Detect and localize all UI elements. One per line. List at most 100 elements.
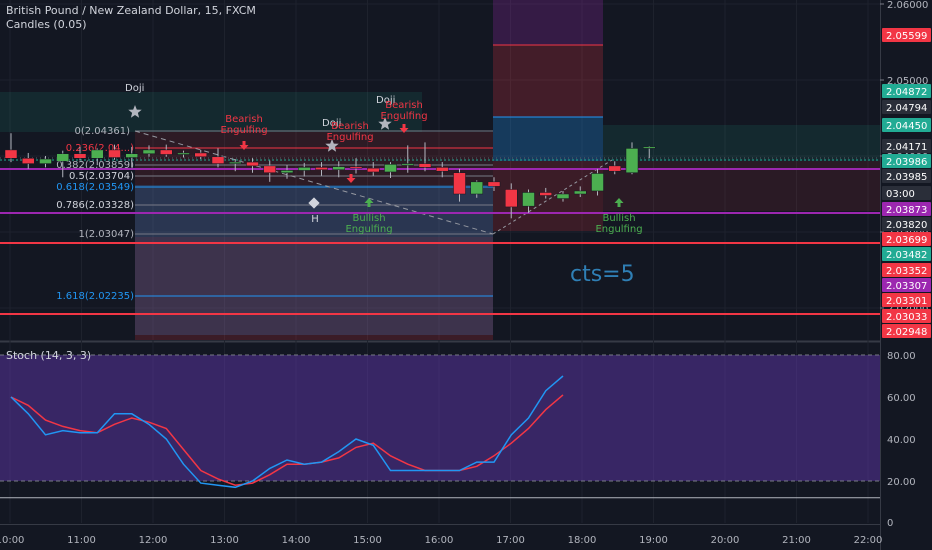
time-tick-label: 18:00 [568,535,597,546]
bullish-label: Bullish [352,213,385,224]
fib-band-red-lower [135,237,493,340]
bullish-candle[interactable] [591,173,604,192]
price-badge-label: 2.03301 [886,296,927,307]
bearish-candle[interactable] [160,149,173,155]
bearish-candle[interactable] [194,152,207,158]
stoch-tick-label: 20.00 [887,477,916,488]
fib-level-label: 1.618(2.02235) [56,291,134,302]
bearish-candle[interactable] [263,165,276,173]
time-tick-label: 19:00 [639,535,668,546]
time-tick-label: 20:00 [711,535,740,546]
price-badge-label: 2.03482 [886,250,927,261]
price-badge-label: 2.03352 [886,266,927,277]
bullish-candle[interactable] [556,193,570,199]
bullish-candle[interactable] [643,146,656,149]
blue-top-box [493,117,603,161]
bearish-candle[interactable] [436,167,449,172]
bullish-candle[interactable] [401,163,414,166]
bearish-candle[interactable] [539,192,552,196]
bullish-candle[interactable] [522,192,535,207]
bullish-candle[interactable] [229,161,242,164]
stoch-tick-label: 60.00 [887,393,916,404]
chart-legend: British Pound / New Zealand Dollar, 15, … [6,4,256,32]
bullish-candle[interactable] [574,190,587,195]
bullish-candle[interactable] [470,181,483,195]
bullish-candle[interactable] [125,153,138,158]
engulfing-label: Engulfing [380,111,427,122]
price-badge-label: 2.04450 [886,121,927,132]
bullish-candle[interactable] [56,153,69,162]
stoch-tick-label: 80.00 [887,351,916,362]
bearish-candle[interactable] [4,149,18,159]
indicator-label[interactable]: Candles (0.05) [6,18,256,32]
bearish-label: Bearish [225,114,263,125]
bullish-candle[interactable] [177,152,190,155]
price-badge-label: 2.03033 [886,312,927,323]
bearish-candle[interactable] [487,181,501,187]
engulfing-label: Engulfing [326,132,373,143]
time-tick-label: 12:00 [139,535,168,546]
engulfing-label: Engulfing [345,224,392,235]
bullish-candle[interactable] [332,166,345,170]
bearish-candle[interactable] [608,165,621,172]
fib-level-label: 0.618(2.03549) [56,182,134,193]
fib-level-label: 0.786(2.03328) [56,200,134,211]
price-badge-label: 2.04794 [886,103,927,114]
bearish-candle[interactable] [349,166,363,169]
fib-level-label: 0(2.04361) [74,126,130,137]
h-label: H [311,214,319,225]
bearish-candle[interactable] [73,153,87,159]
price-badge-label: 2.03986 [886,157,927,168]
engulfing-label: Engulfing [220,125,267,136]
fib-level-label: 1(2.03047) [78,229,134,240]
price-badge-label: 2.02948 [886,327,927,338]
purple-top-box [493,0,603,45]
bullish-candle[interactable] [384,164,397,173]
price-chart[interactable]: 0(2.04361)0.236(2.04...)0.382(2.03859)0.… [0,0,932,550]
bullish-candle[interactable] [142,149,156,154]
price-badge-label: 2.03699 [886,235,927,246]
price-badge-label: 2.05599 [886,31,927,42]
stoch-tick-label: 0 [887,518,893,529]
bearish-candle[interactable] [505,189,518,208]
cts-annotation[interactable]: cts=5 [570,262,635,287]
chart-window: 0(2.04361) 0.236(2.04...) 0.382(2.03859) 0.… [0,0,932,550]
engulfing-label: Engulfing [595,224,642,235]
bullish-candle[interactable] [280,170,294,173]
bearish-label: Bearish [331,121,369,132]
bearish-candle[interactable] [108,149,121,158]
bearish-candle[interactable] [211,156,225,164]
red-top-box [493,45,603,117]
bearish-candle[interactable] [246,161,259,167]
time-tick-label: 16:00 [425,535,454,546]
bullish-candle[interactable] [39,158,52,164]
bearish-candle[interactable] [315,167,328,170]
bearish-candle[interactable] [453,172,466,195]
time-tick-label: 17:00 [496,535,525,546]
green-right-zone [603,125,880,161]
bearish-candle[interactable] [418,163,432,168]
time-tick-label: 10:00 [0,535,24,546]
bullish-candle[interactable] [625,148,639,173]
stoch-legend: Stoch (14, 3, 3) [6,349,91,363]
doji-label: Doji [125,83,144,94]
price-tick-label: 2.06000 [887,0,928,11]
price-badge-label: 2.03985 [886,172,927,183]
bearish-label: Bearish [385,100,423,111]
time-tick-label: 15:00 [353,535,382,546]
price-badge-label: 2.03307 [886,281,927,292]
stoch-tick-label: 40.00 [887,435,916,446]
bullish-candle[interactable] [91,149,104,159]
time-tick-label: 11:00 [67,535,96,546]
bearish-candle[interactable] [22,158,35,164]
price-badge-label: 03:00 [886,189,915,200]
bullish-candle[interactable] [298,167,311,171]
time-tick-label: 21:00 [782,535,811,546]
bearish-candle[interactable] [367,167,380,173]
stoch-title[interactable]: Stoch (14, 3, 3) [6,349,91,363]
symbol-title[interactable]: British Pound / New Zealand Dollar, 15, … [6,4,256,18]
fib-level-label: 0.5(2.03704) [69,171,134,182]
price-badge-label: 2.03820 [886,220,927,231]
price-badge-label: 2.04872 [886,87,927,98]
time-tick-label: 13:00 [210,535,239,546]
